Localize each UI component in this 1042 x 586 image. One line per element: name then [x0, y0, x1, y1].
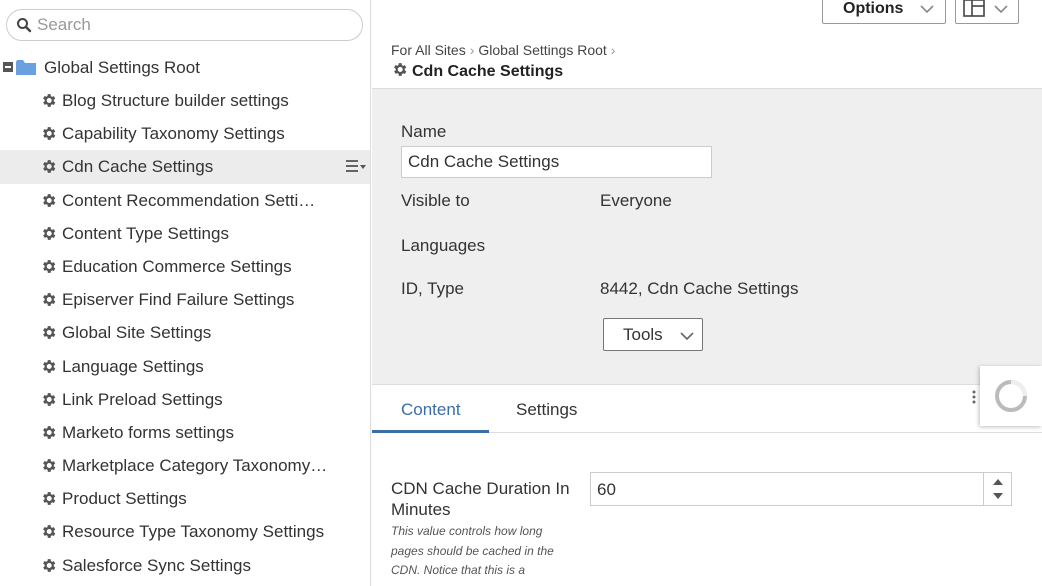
tree-item-label: Content Type Settings [62, 223, 229, 243]
tree-item-label: Marketo forms settings [62, 422, 234, 442]
properties-panel: Name Visible to Everyone Languages ID, T… [372, 88, 1042, 385]
tree-item[interactable]: Link Preload Settings [0, 383, 370, 416]
layout-icon [963, 0, 985, 17]
gear-icon [43, 359, 56, 373]
chevron-down-icon [920, 5, 934, 14]
tab-content[interactable]: Content [401, 400, 461, 420]
tree-root-label: Global Settings Root [44, 58, 200, 77]
tree-item-label: Marketplace Category Taxonomy… [62, 456, 328, 476]
tree-item-label: Content Recommendation Setti… [62, 190, 316, 210]
cdn-duration-value[interactable]: 60 [597, 480, 616, 500]
tree-item[interactable]: Content Type Settings [0, 217, 370, 250]
cdn-duration-input[interactable]: 60 [590, 472, 1012, 506]
tree-item[interactable]: Marketo forms settings [0, 416, 370, 449]
name-label: Name [401, 122, 447, 141]
tools-dropdown-label: Tools [623, 325, 663, 344]
gear-icon [43, 492, 56, 506]
id-type-label: ID, Type [401, 279, 464, 298]
header-bar: Options For All Sites › Global Settings Ro… [372, 0, 1042, 88]
tree-item[interactable]: Education Commerce Settings [0, 250, 370, 283]
cdn-duration-label: CDN Cache Duration In Minutes [391, 479, 570, 519]
tree-item[interactable]: Salesforce Sync Settings [0, 549, 370, 582]
tree-item-label: Resource Type Taxonomy Settings [62, 522, 325, 542]
settings-tree: Global Settings Root Blog Structure buil… [0, 50, 370, 582]
tree-root-node[interactable]: Global Settings Root [0, 50, 370, 84]
tree-item-label: Salesforce Sync Settings [62, 555, 251, 575]
gear-icon [43, 326, 56, 340]
content-pane: Options For All Sites › Global Settings Ro… [372, 0, 1042, 586]
gear-icon [43, 558, 56, 572]
tree-item[interactable]: Capability Taxonomy Settings [0, 117, 370, 150]
assistant-ring-icon [995, 380, 1027, 412]
gear-icon [43, 293, 56, 306]
tree-item[interactable]: Cdn Cache Settings [0, 150, 370, 184]
gear-icon [43, 226, 56, 240]
context-menu-icon[interactable] [345, 159, 367, 173]
id-type-value: 8442, Cdn Cache Settings [600, 279, 799, 298]
gear-icon [43, 193, 56, 207]
gear-icon [43, 525, 56, 539]
tree-item[interactable]: Content Recommendation Setti… [0, 184, 370, 217]
tree-item[interactable]: Product Settings [0, 482, 370, 515]
gear-icon [43, 426, 56, 439]
visible-to-value[interactable]: Everyone [600, 191, 672, 211]
tree-item-label: Product Settings [62, 489, 187, 509]
navigation-tree-pane: Global Settings Root Blog Structure buil… [0, 0, 371, 586]
gear-icon [43, 260, 56, 273]
view-layout-button[interactable] [955, 0, 1019, 24]
breadcrumb: For All Sites › Global Settings Root › [391, 42, 619, 58]
tree-item-label: Language Settings [62, 356, 204, 376]
editor-tabs: Content Settings [372, 386, 1042, 433]
spinner-down-icon[interactable] [993, 493, 1003, 499]
active-tab-indicator [372, 430, 489, 433]
spinner-up-icon[interactable] [993, 479, 1003, 485]
page-title-text: Cdn Cache Settings [412, 63, 564, 80]
tree-item-label: Episerver Find Failure Settings [62, 290, 295, 310]
number-spinner[interactable] [983, 473, 1011, 505]
gear-icon [43, 459, 56, 472]
tree-item[interactable]: Blog Structure builder settings [0, 84, 370, 117]
tree-item-label: Global Site Settings [62, 323, 212, 343]
tools-dropdown[interactable]: Tools [603, 318, 703, 351]
search-input[interactable] [37, 14, 347, 36]
tree-item[interactable]: Language Settings [0, 350, 370, 383]
folder-icon [16, 60, 36, 75]
more-vertical-icon[interactable] [972, 390, 976, 404]
tree-item-label: Capability Taxonomy Settings [62, 124, 285, 144]
chevron-down-icon [680, 332, 694, 341]
tree-item-label: Cdn Cache Settings [62, 157, 214, 177]
search-icon [17, 18, 32, 33]
page-title: Cdn Cache Settings [391, 61, 563, 81]
tree-item[interactable]: Resource Type Taxonomy Settings [0, 515, 370, 548]
gear-icon [43, 94, 56, 107]
visible-to-label: Visible to [401, 191, 470, 210]
search-box[interactable] [6, 9, 363, 41]
collapse-icon[interactable] [3, 62, 13, 72]
chevron-down-icon [994, 5, 1008, 14]
tab-settings[interactable]: Settings [516, 400, 577, 420]
tree-item[interactable]: Episerver Find Failure Settings [0, 283, 370, 316]
gear-icon [43, 392, 56, 406]
chevron-right-icon: › [469, 42, 475, 58]
chevron-right-icon: › [610, 42, 616, 58]
tree-item-label: Education Commerce Settings [62, 256, 292, 276]
languages-label: Languages [401, 236, 486, 255]
gear-icon [394, 63, 407, 76]
tree-item[interactable]: Marketplace Category Taxonomy… [0, 449, 370, 482]
breadcrumb-item[interactable]: For All Sites [391, 42, 466, 58]
tree-item[interactable]: Global Site Settings [0, 316, 370, 349]
cdn-duration-help: This value controls how long pages shoul… [391, 524, 554, 577]
gear-icon [43, 160, 56, 174]
tree-item-label: Link Preload Settings [62, 389, 223, 409]
gear-icon [43, 127, 56, 141]
name-field[interactable] [401, 146, 712, 178]
options-button-label: Options [843, 0, 904, 17]
tree-item-label: Blog Structure builder settings [62, 91, 289, 110]
breadcrumb-item[interactable]: Global Settings Root [478, 42, 606, 58]
assistant-widget[interactable] [972, 366, 1042, 426]
options-button[interactable]: Options [822, 0, 946, 24]
